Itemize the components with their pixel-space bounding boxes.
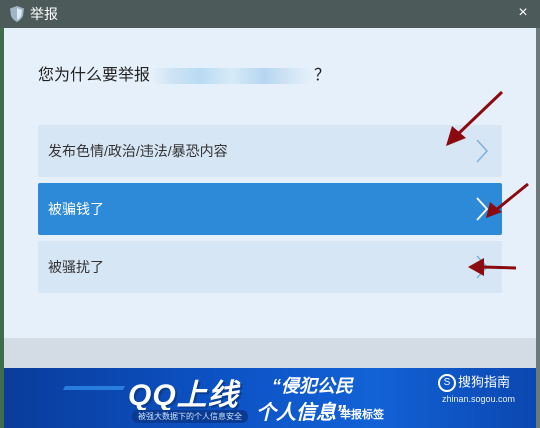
report-question: 您为什么要举报 ？ — [38, 66, 330, 86]
report-dialog: 您为什么要举报 ？ 发布色情/政治/违法/暴恐内容 被骗钱了 被骚扰了 — [4, 28, 536, 338]
question-prefix: 您为什么要举报 — [38, 67, 151, 84]
banner-headline-c-text: 个人信息 — [256, 402, 336, 424]
shield-icon — [10, 6, 24, 22]
sogou-watermark: S 搜狗指南 zhinan.sogou.com — [438, 374, 518, 414]
sogou-logo-icon: S — [438, 374, 456, 392]
chevron-right-icon — [476, 139, 489, 163]
option-harassed[interactable]: 被骚扰了 — [38, 241, 502, 293]
banner-subtext: 被强大数据下的个人信息安全 — [132, 410, 248, 423]
question-suffix: ？ — [314, 67, 331, 84]
option-label: 被骗钱了 — [48, 201, 104, 217]
right-window-edge — [536, 28, 540, 428]
banner-headline-b-text: 侵犯公民 — [281, 376, 353, 396]
chevron-right-icon — [476, 197, 489, 221]
redacted-username — [152, 67, 313, 84]
chevron-right-icon — [476, 255, 489, 279]
watermark-url: zhinan.sogou.com — [442, 394, 516, 404]
dialog-footer — [4, 338, 536, 368]
title-bar: 举报 × — [0, 0, 540, 28]
option-label: 被骚扰了 — [48, 259, 104, 275]
watermark-brand: S 搜狗指南 — [438, 374, 510, 392]
banner-headline-d: 举报标签 — [340, 409, 384, 421]
window-title: 举报 — [30, 6, 58, 22]
close-icon[interactable]: × — [514, 4, 532, 22]
option-scammed[interactable]: 被骗钱了 — [38, 183, 502, 235]
banner-headline-c: 个人信息” — [256, 396, 346, 425]
banner-quote-open: “ — [272, 376, 281, 396]
watermark-brand-text: 搜狗指南 — [458, 374, 511, 390]
banner-headline-a: QQ上线 — [128, 379, 239, 412]
option-illegal-content[interactable]: 发布色情/政治/违法/暴恐内容 — [38, 125, 502, 177]
banner-headline-b: “侵犯公民 — [272, 372, 353, 398]
option-label: 发布色情/政治/违法/暴恐内容 — [48, 143, 228, 159]
banner-light-streak — [62, 386, 126, 390]
